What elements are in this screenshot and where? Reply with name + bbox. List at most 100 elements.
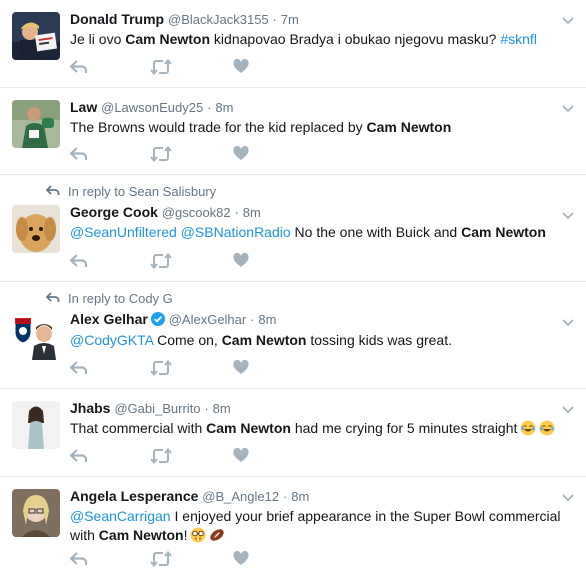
author-name[interactable]: Law [70,99,97,115]
heart-icon[interactable] [233,58,249,79]
tweet-text-segment: had me crying for 5 minutes straight [290,420,518,436]
avatar[interactable] [12,312,60,360]
timestamp[interactable]: 8m [215,100,233,115]
author-handle[interactable]: @Gabi_Burrito [114,401,200,416]
highlight-keyword: Cam Newton [221,332,307,348]
tweet-header: Angela Lesperance @B_Angle12 · 8m [70,487,574,506]
timestamp[interactable]: 8m [213,401,231,416]
heart-icon[interactable] [233,359,249,380]
retweet-icon[interactable] [150,58,172,80]
tweet[interactable]: Angela Lesperance @B_Angle12 · 8m @SeanC… [0,477,586,575]
heart-icon[interactable] [233,550,249,571]
reply-icon[interactable] [69,146,88,167]
avatar[interactable] [12,205,60,253]
separator: · [272,12,277,27]
reply-icon[interactable] [69,253,88,274]
highlight-keyword: Cam Newton [461,224,546,240]
separator: · [282,489,288,504]
reply-context-icon [45,183,62,201]
author-name[interactable]: Alex Gelhar [70,311,148,327]
heart-icon[interactable] [233,145,249,166]
tweet[interactable]: Jhabs @Gabi_Burrito · 8m That commercial… [0,389,586,477]
timestamp[interactable]: 8m [258,312,276,327]
reply-context-text: In reply to Cody G [68,291,173,306]
reply-icon[interactable] [69,448,88,469]
tweet-text: The Browns would trade for the kid repla… [70,118,575,137]
author-handle[interactable]: @AlexGelhar [169,312,247,327]
tweet-feed: Donald Trump @BlackJack3155 · 7m Je li o… [0,0,586,575]
verified-badge-icon [150,312,165,330]
author-handle[interactable]: @gscook82 [162,205,231,220]
chevron-down-icon[interactable] [562,314,574,332]
author-handle[interactable]: @B_Angle12 [202,489,279,504]
timestamp[interactable]: 8m [291,489,309,504]
author-handle[interactable]: @LawsonEudy25 [101,100,203,115]
avatar[interactable] [12,100,60,148]
separator: · [207,100,212,115]
mention-link[interactable]: @SeanUnfiltered [70,224,177,240]
chevron-down-icon[interactable] [562,100,574,118]
separator: · [234,205,239,220]
tweet-text-segment: The Browns would trade for the kid repla… [70,119,367,135]
highlight-keyword: Cam Newton [206,420,291,436]
tweet-text-segment: No the one with Buick and [290,224,462,240]
tweet-text: That commercial with Cam Newton had me c… [70,419,575,438]
tweet-text-segment: tossing kids was great. [306,332,452,348]
tweet[interactable]: Law @LawsonEudy25 · 8m The Browns would … [0,88,586,175]
tweet-header: George Cook @gscook82 · 8m [70,203,574,222]
avatar[interactable] [12,489,60,537]
hashtag-link[interactable]: #sknfl [500,31,537,47]
chevron-down-icon[interactable] [562,12,574,30]
tweet-text: @SeanUnfiltered @SBNationRadio No the on… [70,223,575,242]
chevron-down-icon[interactable] [562,207,574,225]
separator: · [204,401,209,416]
tweet-text-segment: ! [183,527,188,543]
timestamp[interactable]: 7m [281,12,299,27]
tweet[interactable]: In reply to Sean Salisbury George Cook @… [0,175,586,282]
tweet-header: Donald Trump @BlackJack3155 · 7m [70,10,574,29]
tweet-text: Je li ovo Cam Newton kidnapovao Bradya i… [70,30,575,49]
retweet-icon[interactable] [150,359,172,381]
avatar[interactable] [12,401,60,449]
mention-link[interactable]: @SBNationRadio [181,224,291,240]
retweet-icon[interactable] [150,252,172,274]
reply-icon[interactable] [69,360,88,381]
reply-icon[interactable] [69,551,88,572]
author-name[interactable]: Jhabs [70,400,110,416]
retweet-icon[interactable] [150,550,172,572]
tweet-text-segment: That commercial with [70,420,207,436]
timestamp[interactable]: 8m [243,205,261,220]
nerd-face-emoji [190,527,206,543]
crying-laughing-emoji [539,420,555,436]
reply-context[interactable]: In reply to Sean Salisbury [45,183,574,201]
reply-icon[interactable] [69,59,88,80]
tweet-text-segment: Je li ovo [70,31,126,47]
retweet-icon[interactable] [150,447,172,469]
chevron-down-icon[interactable] [562,401,574,419]
retweet-icon[interactable] [150,145,172,167]
mention-link[interactable]: @SeanCarrigan [70,508,171,524]
reply-context[interactable]: In reply to Cody G [45,290,574,308]
tweet[interactable]: Donald Trump @BlackJack3155 · 7m Je li o… [0,0,586,88]
tweet-header: Law @LawsonEudy25 · 8m [70,98,574,117]
crying-laughing-emoji [520,420,536,436]
author-name[interactable]: Angela Lesperance [70,488,198,504]
tweet-header: Jhabs @Gabi_Burrito · 8m [70,399,574,418]
football-emoji [209,527,225,543]
tweet-text-segment: Come on, [153,332,222,348]
author-name[interactable]: George Cook [70,204,158,220]
heart-icon[interactable] [233,447,249,468]
chevron-down-icon[interactable] [562,489,574,507]
highlight-keyword: Cam Newton [125,31,211,47]
heart-icon[interactable] [233,252,249,273]
avatar[interactable] [12,12,60,60]
highlight-keyword: Cam Newton [366,119,452,135]
tweet-header: Alex Gelhar @AlexGelhar · 8m [70,310,574,330]
author-name[interactable]: Donald Trump [70,11,164,27]
mention-link[interactable]: @CodyGKTA [70,332,153,348]
reply-context-icon [45,290,62,308]
tweet[interactable]: In reply to Cody G Alex Gelhar @AlexGelh… [0,282,586,389]
highlight-keyword: Cam Newton [98,527,184,543]
reply-context-text: In reply to Sean Salisbury [68,184,217,199]
author-handle[interactable]: @BlackJack3155 [168,12,269,27]
